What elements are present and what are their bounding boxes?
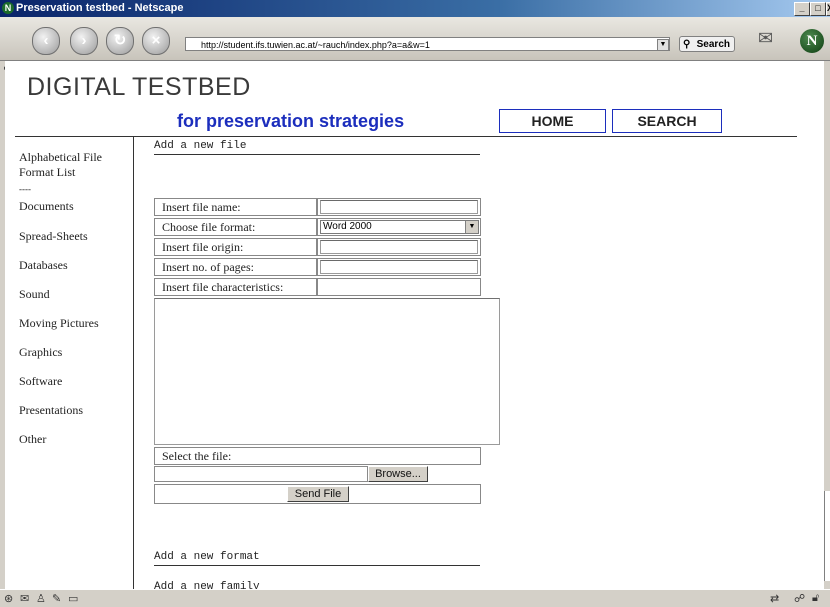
file-format-value: Word 2000 bbox=[323, 221, 372, 232]
security-lock-icon[interactable]: 🔓︎ bbox=[812, 592, 819, 605]
window-title: Preservation testbed - Netscape bbox=[16, 2, 184, 14]
stop-icon[interactable]: × bbox=[142, 27, 170, 55]
sidebar-item-databases[interactable]: Databases bbox=[19, 258, 68, 273]
sidebar-item-presentations[interactable]: Presentations bbox=[19, 403, 83, 418]
close-button[interactable]: X bbox=[826, 2, 830, 16]
section-add-family[interactable]: Add a new family bbox=[154, 581, 480, 589]
site-title: DIGITAL TESTBED bbox=[27, 73, 251, 101]
connection-icon: ⇄ bbox=[770, 593, 780, 605]
netscape-logo-icon[interactable]: N bbox=[800, 29, 824, 53]
sidebar-item-moving-pictures[interactable]: Moving Pictures bbox=[19, 316, 99, 331]
characteristics-row: Insert file characteristics: bbox=[154, 278, 481, 297]
window-titlebar: N Preservation testbed - Netscape _ □ X bbox=[0, 0, 830, 17]
minimize-button[interactable]: _ bbox=[794, 2, 810, 16]
reload-icon[interactable]: ↻ bbox=[106, 27, 134, 55]
file-origin-input[interactable] bbox=[320, 240, 478, 254]
status-bar: ⊛ ✉ ♙ ✎ ▭ ⇄ ☍ 🔓︎ bbox=[0, 589, 830, 607]
sidebar-item-format-list[interactable]: Format List bbox=[19, 165, 75, 180]
nav-home-link[interactable]: HOME bbox=[499, 109, 606, 133]
characteristics-cell bbox=[317, 278, 481, 296]
section-add-file[interactable]: Add a new file bbox=[154, 140, 480, 155]
search-button[interactable]: ⚲ Search bbox=[679, 36, 735, 52]
nav-search-link[interactable]: SEARCH bbox=[612, 109, 722, 133]
file-origin-label: Insert file origin: bbox=[154, 238, 317, 256]
back-icon[interactable]: ‹ bbox=[32, 27, 60, 55]
pages-cell bbox=[317, 258, 481, 276]
sidebar-separator: ---- bbox=[19, 184, 31, 194]
file-origin-cell bbox=[317, 238, 481, 256]
pages-row: Insert no. of pages: bbox=[154, 258, 481, 277]
page-scrollbar[interactable] bbox=[824, 61, 830, 589]
composer-icon[interactable]: ✎ bbox=[52, 592, 61, 605]
url-bar[interactable]: http://student.ifs.tuwien.ac.at/~rauch/i… bbox=[185, 37, 670, 51]
chat-icon[interactable]: ▭ bbox=[68, 592, 78, 605]
file-format-row: Choose file format: Word 2000 ▼ bbox=[154, 218, 481, 237]
file-format-label: Choose file format: bbox=[154, 218, 317, 236]
url-dropdown-icon[interactable]: ▼ bbox=[657, 39, 669, 51]
search-button-label: Search bbox=[696, 39, 730, 50]
url-text: http://student.ifs.tuwien.ac.at/~rauch/i… bbox=[201, 40, 430, 50]
file-format-cell: Word 2000 ▼ bbox=[317, 218, 481, 236]
file-name-input[interactable] bbox=[320, 200, 478, 214]
characteristics-label: Insert file characteristics: bbox=[154, 278, 317, 296]
select-file-label: Select the file: bbox=[154, 447, 481, 465]
pages-label: Insert no. of pages: bbox=[154, 258, 317, 276]
mail-status-icon[interactable]: ✉ bbox=[20, 592, 29, 605]
mail-icon[interactable]: ✉ bbox=[758, 28, 773, 49]
site-subtitle: for preservation strategies bbox=[177, 111, 405, 131]
sidebar-divider bbox=[133, 137, 134, 589]
browse-button[interactable]: Browse... bbox=[368, 466, 428, 482]
characteristics-textarea[interactable] bbox=[154, 298, 500, 445]
offline-icon[interactable]: ☍ bbox=[794, 592, 805, 605]
sidebar-item-other[interactable]: Other bbox=[19, 432, 46, 447]
pages-input[interactable] bbox=[320, 260, 478, 274]
sidebar-item-sound[interactable]: Sound bbox=[19, 287, 50, 302]
send-file-button[interactable]: Send File bbox=[287, 486, 349, 502]
sidebar-item-documents[interactable]: Documents bbox=[19, 199, 74, 214]
netscape-app-icon: N bbox=[2, 2, 14, 14]
chevron-down-icon[interactable]: ▼ bbox=[465, 221, 478, 233]
file-name-cell bbox=[317, 198, 481, 216]
sidebar-item-graphics[interactable]: Graphics bbox=[19, 345, 62, 360]
sidebar-item-alphabetical[interactable]: Alphabetical File bbox=[19, 150, 102, 165]
maximize-button[interactable]: □ bbox=[810, 2, 826, 16]
file-name-label: Insert file name: bbox=[154, 198, 317, 216]
scrollbar-thumb[interactable] bbox=[824, 491, 830, 581]
file-format-select[interactable]: Word 2000 ▼ bbox=[320, 220, 479, 234]
page-content: DIGITAL TESTBED for preservation strateg… bbox=[5, 61, 824, 589]
section-add-format[interactable]: Add a new format bbox=[154, 551, 480, 566]
sidebar-item-spread-sheets[interactable]: Spread-Sheets bbox=[19, 229, 88, 244]
file-origin-row: Insert file origin: bbox=[154, 238, 481, 257]
forward-icon[interactable]: › bbox=[70, 27, 98, 55]
file-name-row: Insert file name: bbox=[154, 198, 481, 217]
file-path-input[interactable] bbox=[154, 466, 368, 482]
people-icon[interactable]: ♙ bbox=[36, 592, 46, 605]
search-icon: ⚲ bbox=[683, 39, 691, 50]
sidebar-item-software[interactable]: Software bbox=[19, 374, 62, 389]
file-upload-block: Select the file: Browse... Send File bbox=[154, 447, 481, 505]
navigator-icon[interactable]: ⊛ bbox=[4, 592, 13, 605]
send-row: Send File bbox=[154, 484, 481, 504]
browser-toolbar: ‹ › ↻ × http://student.ifs.tuwien.ac.at/… bbox=[0, 17, 830, 72]
